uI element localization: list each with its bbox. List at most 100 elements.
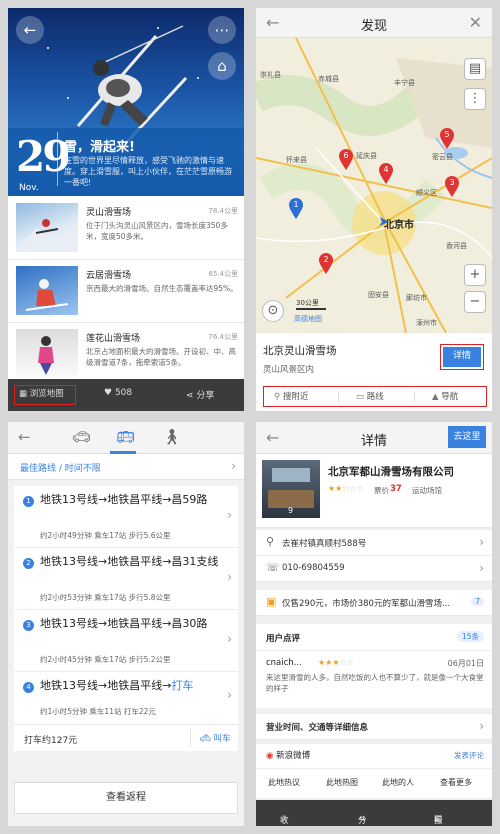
route-item[interactable]: 2 地铁13号线→地铁昌平线→昌31支线 约2小时53分钟 乘车17站 步行5.… xyxy=(14,548,238,610)
zoom-in-button[interactable]: + xyxy=(464,264,486,286)
walk-icon[interactable]: 🚶︎ xyxy=(162,428,181,446)
route-label: 路线 xyxy=(366,392,384,402)
scale-bar xyxy=(296,308,326,310)
page-title: 发现 xyxy=(360,19,387,34)
back-button[interactable]: ← xyxy=(16,16,44,44)
zoom-out-button[interactable]: − xyxy=(464,291,486,313)
divider xyxy=(414,391,415,402)
phone-row[interactable]: ☏ 010-69804559 › xyxy=(256,556,492,582)
car-icon[interactable]: 🚗︎ xyxy=(72,428,91,446)
resort-item[interactable]: 莲花山滑雪场 76.4公里 北京占地面积最大的滑雪场。开设初、中、高级滑雪道7条… xyxy=(8,324,244,380)
town-label: 怀来县 xyxy=(286,156,307,164)
layers-icon[interactable]: ▤ xyxy=(464,58,486,80)
resort-thumbnail xyxy=(16,329,78,378)
route-button[interactable]: ▭ 路线 xyxy=(356,390,384,402)
like-count: 508 xyxy=(114,388,133,398)
review-stars: ★★★☆☆ xyxy=(318,658,354,667)
divider xyxy=(256,650,492,651)
chevron-right-icon: › xyxy=(479,561,484,575)
town-label: 崇礼县 xyxy=(260,71,281,79)
like-button[interactable]: ♥ 508 xyxy=(104,388,132,398)
resort-thumbnail xyxy=(16,203,78,252)
place-photo[interactable]: 9 xyxy=(262,460,320,518)
poi-name: 北京灵山滑雪场 xyxy=(263,345,337,357)
resort-name: 莲花山滑雪场 xyxy=(86,334,141,344)
map-pin[interactable]: 5 xyxy=(439,128,455,154)
back-arrow-icon[interactable]: ← xyxy=(266,428,279,447)
bus-icon: ▭ xyxy=(356,392,365,402)
resort-item[interactable]: 灵山滑雪场 78.4公里 位于门头沟灵山风景区内，雪场长度350多米，宽度50多… xyxy=(8,198,244,260)
map-pin[interactable]: 6 xyxy=(338,149,354,175)
search-nearby-button[interactable]: ⚲ 搜附近 xyxy=(274,390,308,402)
traffic-icon[interactable]: ⋮ xyxy=(464,88,486,110)
close-icon[interactable]: ✕ xyxy=(469,13,482,32)
date-day: 29 xyxy=(16,132,69,181)
topic-toolbar: ▦ 浏览地图 ♥ 508 ⋖ 分享 xyxy=(8,379,244,411)
scale-label: 30公里 xyxy=(296,299,319,307)
map-pin[interactable]: 3 xyxy=(444,176,460,202)
back-arrow-icon[interactable]: ← xyxy=(18,428,31,446)
weibo-label: 新浪微博 xyxy=(276,751,311,761)
weibo-tab[interactable]: 此地的人 xyxy=(382,777,414,788)
chevron-right-icon: › xyxy=(479,535,484,549)
pin-number: 4 xyxy=(383,165,389,174)
route-info: 约2小时49分钟 乘车17站 步行5.6公里 xyxy=(40,531,171,540)
post-comment-link[interactable]: 发表评论 xyxy=(454,750,484,761)
browse-map-label: 浏览地图 xyxy=(29,389,64,399)
resort-name: 灵山滑雪场 xyxy=(86,208,132,218)
route-preference[interactable]: 最佳路线 / 时间不限 › xyxy=(8,454,244,480)
weibo-tab[interactable]: 此地热议 xyxy=(268,777,300,788)
route-title: 地铁13号线→地铁昌平线→昌31支线 xyxy=(40,555,219,568)
review-text: 来这里滑雪的人多，自然吃饭的人也不算少了，就是像一个大食堂的样子 xyxy=(266,673,484,693)
map-pin[interactable]: 1 xyxy=(288,198,304,224)
return-route-button[interactable]: 查看返程 xyxy=(14,782,238,814)
chevron-right-icon: › xyxy=(227,570,232,584)
back-arrow-icon[interactable]: ← xyxy=(266,13,279,32)
deal-text: 仅售290元，市场价380元的军都山滑雪场... xyxy=(282,599,451,609)
more-button[interactable]: ⋯ xyxy=(208,16,236,44)
place-summary: 9 北京军都山滑雪场有限公司 ★★☆☆☆ 票价 37 运动场馆 xyxy=(256,454,492,528)
navigate-button[interactable]: ▲ 导航 xyxy=(432,390,458,402)
route-item[interactable]: 1 地铁13号线→地铁昌平线→昌59路 约2小时49分钟 乘车17站 步行5.6… xyxy=(14,486,238,548)
resort-item[interactable]: 云居滑雪场 65.4公里 京西最大的滑雪场。自然生态覆盖率达95%。 xyxy=(8,261,244,323)
resort-distance: 76.4公里 xyxy=(208,333,238,341)
share-button[interactable]: ⋖ 分享 xyxy=(186,388,214,401)
browse-map-button[interactable]: ▦ 浏览地图 xyxy=(14,385,76,405)
town-label: 赤城县 xyxy=(318,75,339,83)
weibo-tab[interactable]: 查看更多 xyxy=(440,777,472,788)
route-number: 3 xyxy=(23,620,34,631)
deal-row[interactable]: ▣ 仅售290元，市场价380元的军都山滑雪场... 7 xyxy=(256,590,492,616)
travel-mode-bar: ← 🚗︎ 🚌︎ 🚶︎ xyxy=(8,422,244,454)
town-label: 延庆县 xyxy=(356,152,377,160)
topic-title: 雪，滑起来! xyxy=(64,140,135,155)
chevron-right-icon: › xyxy=(231,459,236,473)
route-title: 地铁13号线→地铁昌平线→昌59路 xyxy=(40,493,208,506)
route-title: 地铁13号线→地铁昌平线→昌30路 xyxy=(40,617,208,630)
home-button[interactable]: ⌂ xyxy=(208,52,236,80)
detail-button[interactable]: 详情 xyxy=(440,344,484,370)
map-view[interactable]: 北京市 崇礼县 赤城县 怀来县 延庆县 丰宁县 密云县 顺义区 香河县 固安县 … xyxy=(256,37,492,334)
route-item[interactable]: 3 地铁13号线→地铁昌平线→昌30路 约2小时45分钟 乘车17站 步行5.2… xyxy=(14,610,238,672)
resort-description: 北京占地面积最大的滑雪场。开设初、中、高级滑雪道7条，拖牵索道5条。 xyxy=(86,347,236,367)
address-row[interactable]: ⚲ 去崔村镇真顺村588号 › xyxy=(256,530,492,556)
map-pin[interactable]: 2 xyxy=(318,253,334,279)
resort-distance: 78.4公里 xyxy=(208,207,238,215)
bus-icon[interactable]: 🚌︎ xyxy=(116,428,135,446)
taxi-row: 打车约127元 🚕︎ 叫车 xyxy=(14,724,238,751)
call-taxi-button[interactable]: 🚕︎ 叫车 xyxy=(200,732,231,744)
photo-count: 9 xyxy=(288,506,294,515)
route-item[interactable]: 4 地铁13号线→地铁昌平线→打车 约1小时5分钟 乘车11站 打车22元 › xyxy=(14,672,238,724)
share-icon: ⋖ xyxy=(186,391,194,401)
header: 发现 ← ✕ xyxy=(256,8,492,38)
resort-thumbnail xyxy=(16,266,78,315)
route-number: 2 xyxy=(23,558,34,569)
weibo-tab[interactable]: 此地热图 xyxy=(326,777,358,788)
share-label: 分享 xyxy=(196,391,215,401)
pin-number: 3 xyxy=(449,178,455,187)
map-pin[interactable]: 4 xyxy=(378,163,394,189)
locate-icon[interactable]: ⊙ xyxy=(262,300,284,322)
taxi-fare: 打车约127元 xyxy=(24,736,78,746)
go-here-button[interactable]: 去这里 xyxy=(448,426,486,448)
more-info-row[interactable]: 营业时间、交通等详细信息 › xyxy=(256,714,492,740)
resort-description: 位于门头沟灵山风景区内，雪场长度350多米，宽度50多米。 xyxy=(86,221,228,241)
